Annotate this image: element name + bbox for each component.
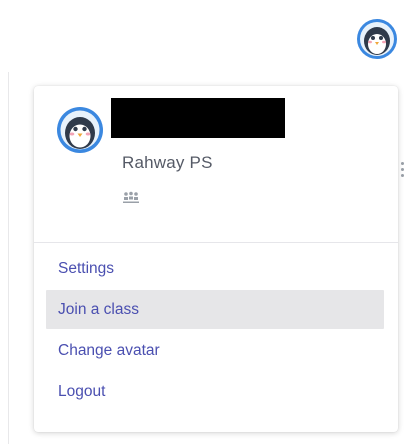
penguin-avatar-icon [57,107,103,153]
logout-menu-item[interactable]: Logout [34,372,398,411]
account-dropdown-menu: Rahway PS Settings Join a class Change a… [34,86,398,432]
menu-divider [34,242,398,243]
account-avatar-button[interactable] [356,18,398,60]
profile-avatar [56,106,104,154]
settings-menu-item[interactable]: Settings [34,249,398,288]
account-menu: Settings Join a class Change avatar Logo… [34,249,398,413]
redacted-user-name [111,98,285,138]
page-left-border [8,72,9,444]
change-avatar-menu-item[interactable]: Change avatar [34,331,398,370]
page: Rahway PS Settings Join a class Change a… [0,0,409,444]
penguin-avatar-icon [357,19,397,59]
join-class-menu-item[interactable]: Join a class [46,290,384,329]
classroom-people-icon [122,191,140,205]
more-options-icon[interactable] [401,162,405,182]
profile-summary: Rahway PS [34,86,398,242]
school-name: Rahway PS [122,153,213,172]
